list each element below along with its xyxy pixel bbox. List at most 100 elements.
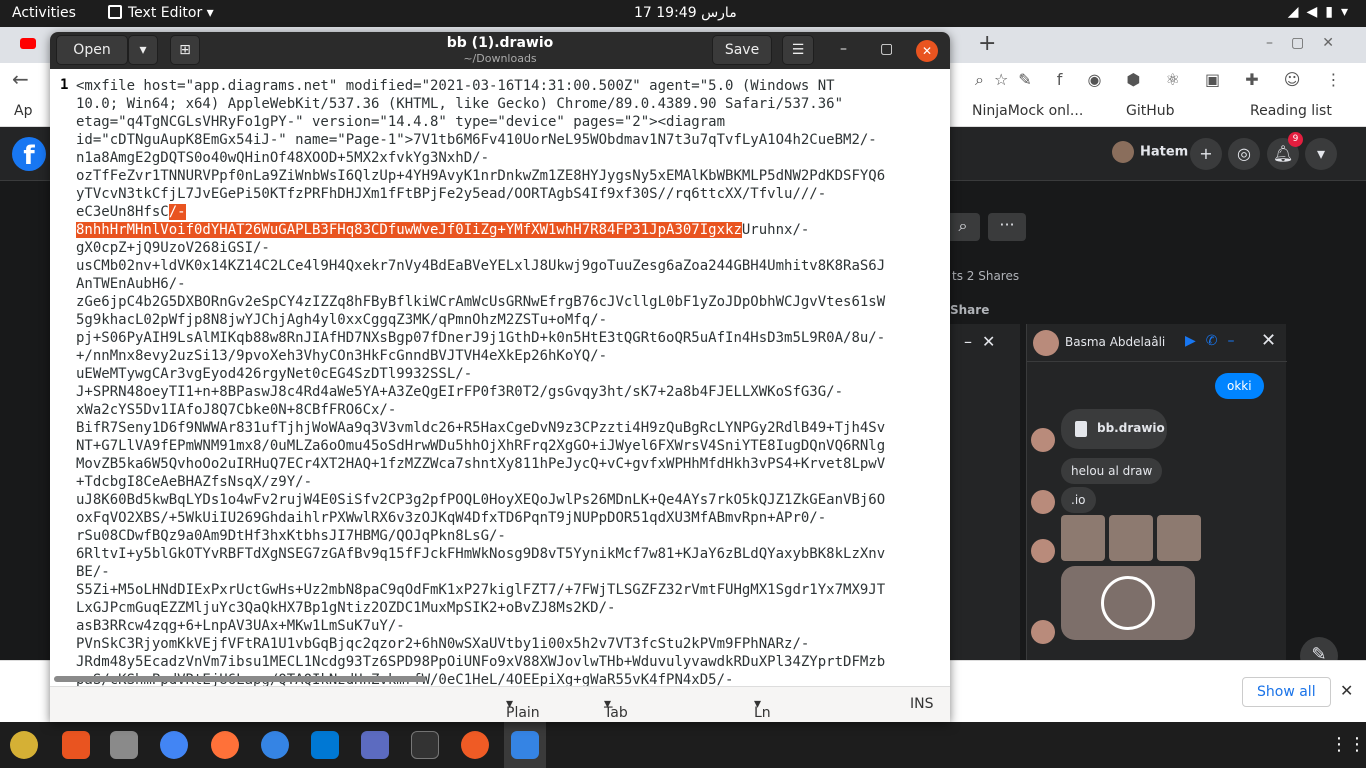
- code-line[interactable]: n1a8AmgE2gDQTS0o40wQHinOf48XOOD+5MX2xfvk…: [76, 149, 938, 167]
- tab-width-selector[interactable]: Tab Width: 8 ▾: [604, 696, 649, 722]
- editor-text-area[interactable]: 1 <mxfile host="app.diagrams.net" modifi…: [50, 69, 950, 689]
- account-menu-icon[interactable]: ▾: [1305, 138, 1337, 170]
- bookmark-ninjamock[interactable]: NinjaMock onl...: [972, 103, 1083, 119]
- window-title: bb (1).drawio: [446, 35, 554, 51]
- code-line[interactable]: J+SPRN48oeyTI1+n+8BPaswJ8c4Rd4aWe5YA+A3Z…: [76, 383, 938, 401]
- messenger-icon[interactable]: ◎: [1228, 138, 1260, 170]
- code-line[interactable]: rSu08CDwfBQz9a0Am9DtHf3hxKtbhsJI7HBMG/QO…: [76, 527, 938, 545]
- photo-thumbnail[interactable]: [1109, 515, 1153, 561]
- show-applications-icon[interactable]: ⋮⋮⋮: [1330, 734, 1366, 755]
- help-icon[interactable]: [261, 731, 289, 759]
- code-line[interactable]: ozTfFeZvr1TNNURVPpf0nLa9ZiWnbWsI6QlzUp+4…: [76, 167, 938, 185]
- call-controls[interactable]: ▶✆–: [1185, 333, 1245, 349]
- app-menu[interactable]: Text Editor ▾: [108, 5, 214, 21]
- profile-link[interactable]: Hatem: [1112, 141, 1188, 163]
- horizontal-scrollbar[interactable]: [54, 676, 426, 682]
- code-line[interactable]: gX0cpZ+jQ9UzoV268iGSI/-: [76, 239, 938, 257]
- close-icon[interactable]: ✕: [916, 40, 938, 62]
- code-line[interactable]: +TdcbgI8CeAeBHAZfsNsqX/z9Y/-: [76, 473, 938, 491]
- play-icon[interactable]: [1101, 576, 1155, 630]
- software-center-icon[interactable]: [62, 731, 90, 759]
- file-icon: [1075, 421, 1087, 437]
- youtube-icon[interactable]: [20, 38, 36, 49]
- code-line[interactable]: uEWeMTywgCAr3vgEyod426rgyNet0cEG4SzDTl99…: [76, 365, 938, 383]
- close-icon[interactable]: ✕: [1261, 330, 1276, 351]
- code-line[interactable]: +/nnMnx8evy2uzSi13/9pvoXeh3VhyCOn3HkFcGn…: [76, 347, 938, 365]
- code-line[interactable]: JRdm48y5EcadzVnVm7ibsu1MECL1Ncdg93Tz6SPD…: [76, 653, 938, 671]
- new-tab-button[interactable]: +: [978, 31, 996, 56]
- more-options-icon[interactable]: ···: [988, 213, 1026, 241]
- hamburger-menu-icon[interactable]: ☰: [782, 35, 814, 65]
- code-line[interactable]: xWa2cYS5Dv1IAfoJ8Q7Cbke0N+8CBfFRO6Cx/-: [76, 401, 938, 419]
- cursor-position[interactable]: Ln 1, Col 707 ▾: [754, 696, 771, 722]
- extension-icons[interactable]: ⌕☆✎ f ◉ ⬢ ⚛ ▣ ✚ ☺ ⋮: [975, 70, 1352, 90]
- firefox-icon[interactable]: [211, 731, 239, 759]
- rhythmbox-icon[interactable]: [10, 731, 38, 759]
- chat-contact-name[interactable]: Basma Abdelaâli: [1065, 335, 1165, 349]
- code-line[interactable]: yTVcvN3tkCfjL7JvEGePi50KTfzPRFhDHJXm1fFt…: [76, 185, 938, 203]
- code-line[interactable]: uJ8K60Bd5kwBqLYDs1o4wFv2rujW4E0SiSfv2CP3…: [76, 491, 938, 509]
- insert-mode[interactable]: INS: [910, 696, 934, 712]
- photo-thumbnail[interactable]: [1157, 515, 1201, 561]
- code-line[interactable]: LxGJPcmGuqEZZMljuYc3QaQkHX7Bp1gNtiz2OZDC…: [76, 599, 938, 617]
- text-editor-dock-icon[interactable]: [511, 731, 539, 759]
- avatar[interactable]: [1033, 330, 1059, 356]
- window-controls[interactable]: –▢✕: [1266, 35, 1352, 51]
- avatar: [1031, 620, 1055, 644]
- code-content[interactable]: <mxfile host="app.diagrams.net" modified…: [76, 77, 938, 689]
- post-stats[interactable]: ts 2 Shares: [952, 269, 1019, 283]
- maximize-icon[interactable]: ▢: [880, 41, 893, 57]
- facebook-logo-icon[interactable]: f: [12, 137, 46, 171]
- show-all-button[interactable]: Show all: [1242, 677, 1331, 707]
- code-line[interactable]: usCMb02nv+ldVK0x14KZ14C2LCe4l9H4Qxekr7nV…: [76, 257, 938, 275]
- gnome-top-bar: Activities Text Editor ▾ 17 مارس 19:49 ◢…: [0, 0, 1366, 27]
- code-line[interactable]: 8nhhHrMHnlVoif0dYHAT26WuGAPLB3FHq83CDfuw…: [76, 221, 938, 239]
- share-button[interactable]: Share: [950, 303, 989, 317]
- code-line[interactable]: <mxfile host="app.diagrams.net" modified…: [76, 77, 938, 95]
- bookmark-github[interactable]: GitHub: [1126, 103, 1175, 119]
- chat-controls[interactable]: –✕: [964, 332, 1005, 351]
- code-line[interactable]: zGe6jpC4b2G5DXBORnGv2eSpCY4zIZZq8hFByBfl…: [76, 293, 938, 311]
- photo-thumbnail[interactable]: [1061, 515, 1105, 561]
- create-icon[interactable]: +: [1190, 138, 1222, 170]
- avatar: [1031, 539, 1055, 563]
- code-line[interactable]: BE/-: [76, 563, 938, 581]
- syntax-label: Plain Text: [506, 705, 540, 722]
- back-icon[interactable]: ←: [12, 67, 29, 91]
- code-line[interactable]: eC3eUn8HfsC/-: [76, 203, 938, 221]
- clock[interactable]: 17 مارس 19:49: [634, 5, 737, 21]
- video-thumbnail[interactable]: [1061, 566, 1195, 640]
- file-attachment[interactable]: bb.drawio: [1061, 409, 1167, 449]
- minimize-icon[interactable]: –: [840, 41, 847, 57]
- activities-button[interactable]: Activities: [12, 5, 76, 21]
- code-line[interactable]: S5Zi+M5oLHNdDIExPxrUctGwHs+Uz2mbN8paC9qO…: [76, 581, 938, 599]
- screenshot-icon[interactable]: [361, 731, 389, 759]
- code-line[interactable]: NT+G7LlVA9fEPmWNM91mx8/0uMLZa6oOmu45oSdH…: [76, 437, 938, 455]
- bookmark-apps[interactable]: Ap: [14, 103, 32, 119]
- code-line[interactable]: id="cDTNguAupK8EmGx54iJ-" name="Page-1">…: [76, 131, 938, 149]
- save-button[interactable]: Save: [712, 35, 772, 65]
- postman-icon[interactable]: [461, 731, 489, 759]
- code-line[interactable]: MovZB5ka6W5QvhoOo2uIRHuQ7ECr4XT2HAQ+1fzM…: [76, 455, 938, 473]
- code-line[interactable]: 5g9khacL02pWfjp8N8jwYJChjAgh4yl0xxCggqZ3…: [76, 311, 938, 329]
- code-line[interactable]: oxFqVO2XBS/+5WkUiIU269GhdaihlrPXWwlRX6v3…: [76, 509, 938, 527]
- reading-list[interactable]: Reading list: [1250, 103, 1332, 119]
- code-line[interactable]: asB3RRcw4zqg+6+LnpAV3UAx+MKw1LmSuK7uY/-: [76, 617, 938, 635]
- syntax-selector[interactable]: Plain Text ▾: [506, 696, 540, 722]
- code-line[interactable]: 6RltvI+y5blGkOTYvRBFTdXgNSEG7zGAfBv9q15f…: [76, 545, 938, 563]
- chrome-icon[interactable]: [160, 731, 188, 759]
- files-icon[interactable]: [110, 731, 138, 759]
- code-line[interactable]: PVnSkC3RjyomKkVEjfVFtRA1U1vbGqBjqc2qzor2…: [76, 635, 938, 653]
- close-icon[interactable]: ✕: [1340, 681, 1353, 700]
- terminal-icon[interactable]: [411, 731, 439, 759]
- code-line[interactable]: etag="q4TgNCGLsVHRyFo1gPY-" version="14.…: [76, 113, 938, 131]
- code-line[interactable]: 10.0; Win64; x64) AppleWebKit/537.36 (KH…: [76, 95, 938, 113]
- code-line[interactable]: BifR7Seny1D6f9NWWAr831ufTjhjWoWAa9q3V3vm…: [76, 419, 938, 437]
- system-tray[interactable]: ◢◀▮▾: [1288, 4, 1356, 20]
- editor-headerbar: Open ▾ ⊞ bb (1).drawio ~/Downloads Save …: [50, 32, 950, 69]
- search-icon[interactable]: ⌕: [946, 213, 980, 241]
- chat-message-received: helou al draw: [1061, 458, 1163, 484]
- code-line[interactable]: AnTWEnAubH6/-: [76, 275, 938, 293]
- vscode-icon[interactable]: [311, 731, 339, 759]
- code-line[interactable]: pj+S06PyAIH9LsAlMIKqb88w8RnJIAfHD7NXsBgp…: [76, 329, 938, 347]
